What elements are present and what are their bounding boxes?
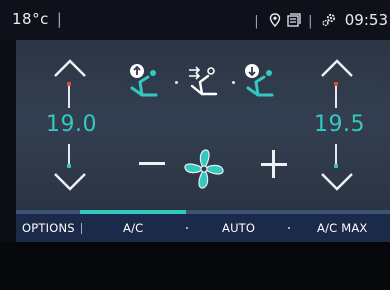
bottom-dot-1 bbox=[186, 227, 188, 229]
passenger-temp-down-button[interactable] bbox=[320, 172, 354, 192]
passenger-temp-scale-bottom bbox=[335, 144, 337, 164]
airflow-face-feet-icon[interactable] bbox=[186, 62, 220, 100]
notifications-icon[interactable] bbox=[287, 12, 301, 31]
status-divider-2: | bbox=[308, 14, 313, 29]
auto-button[interactable]: AUTO bbox=[222, 221, 255, 235]
passenger-temp-value: 19.5 bbox=[314, 112, 365, 137]
mode-separator-2 bbox=[232, 81, 235, 84]
location-pin-icon[interactable] bbox=[269, 12, 281, 31]
status-bar: 18°c | | | 09:53 bbox=[0, 0, 390, 40]
driver-temp-down-button[interactable] bbox=[53, 172, 87, 192]
passenger-temp-scale-top bbox=[335, 86, 337, 108]
mode-separator bbox=[175, 81, 178, 84]
climate-panel: 19.0 19.5 bbox=[16, 40, 390, 210]
fan-decrease-button[interactable] bbox=[139, 162, 165, 165]
airflow-upper-icon[interactable] bbox=[128, 62, 162, 100]
airflow-lower-icon[interactable] bbox=[244, 62, 278, 100]
clock: 09:53 bbox=[344, 11, 388, 29]
passenger-temp-cold-indicator bbox=[334, 164, 338, 168]
ac-button[interactable]: A/C bbox=[123, 221, 143, 235]
status-divider: | bbox=[56, 10, 63, 28]
passenger-temp-up-button[interactable] bbox=[320, 58, 354, 78]
bottom-dot-2 bbox=[288, 227, 290, 229]
settings-icon[interactable] bbox=[321, 13, 337, 31]
ac-active-indicator bbox=[80, 210, 186, 214]
driver-temp-cold-indicator bbox=[67, 164, 71, 168]
driver-temp-up-button[interactable] bbox=[53, 58, 87, 78]
outside-temp-value: 18°c bbox=[12, 10, 49, 28]
driver-temp-value: 19.0 bbox=[46, 112, 97, 137]
screen-bezel bbox=[0, 242, 390, 290]
status-divider-right: | bbox=[254, 14, 259, 29]
outside-temperature: 18°c | bbox=[12, 10, 62, 28]
bottom-bar: OPTIONS A/C AUTO A/C MAX bbox=[16, 210, 390, 242]
fan-increase-button-vertical[interactable] bbox=[272, 150, 275, 178]
ac-max-button[interactable]: A/C MAX bbox=[317, 221, 368, 235]
status-icons: | | 09:53 bbox=[246, 11, 388, 31]
options-separator bbox=[81, 223, 82, 234]
air-distribution-modes bbox=[128, 62, 278, 102]
driver-temp-scale-top bbox=[68, 86, 70, 108]
driver-temp-scale-bottom bbox=[68, 144, 70, 164]
options-button[interactable]: OPTIONS bbox=[22, 221, 75, 235]
fan-icon bbox=[184, 149, 224, 189]
bottom-bar-divider bbox=[16, 210, 390, 214]
